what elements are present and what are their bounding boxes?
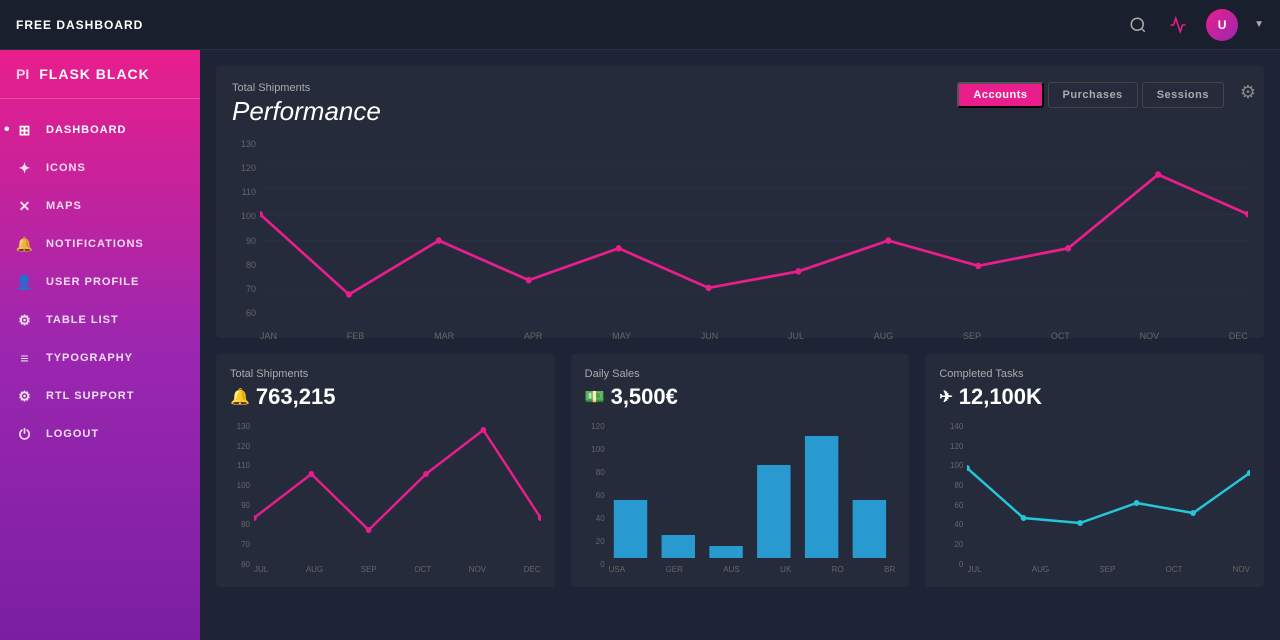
sidebar-item-typography[interactable]: ≡ TYPOGRAPHY: [0, 339, 200, 377]
tab-accounts[interactable]: Accounts: [957, 82, 1043, 108]
shipments-chart: JUL AUG SEP OCT NOV DEC: [254, 418, 541, 573]
nav-icon-user-profile: 👤: [16, 273, 34, 291]
money-icon: 💵: [585, 387, 605, 407]
shipments-line: [254, 418, 541, 558]
tasks-y-axis: 140 120 100 80 60 40 20 0: [939, 418, 967, 573]
nav-label-table-list: TABLE LIST: [46, 314, 119, 326]
nav-icon-table-list: ⚙: [16, 311, 34, 329]
sales-chart: USA GER AUS UK RO BR: [609, 418, 896, 573]
bottom-cards: Total Shipments 🔔 763,215 130 120 110 10…: [216, 354, 1264, 587]
sidebar-item-notifications[interactable]: 🔔 NOTIFICATIONS: [0, 225, 200, 263]
x-axis: JAN FEB MAR APR MAY JUN JUL AUG SEP OCT …: [260, 327, 1248, 341]
sales-card: Daily Sales 💵 3,500€ 120 100 80 60 40 20…: [571, 354, 910, 587]
sales-y-axis: 120 100 80 60 40 20 0: [585, 418, 609, 573]
nav-label-rtl-support: RTL SUPPORT: [46, 390, 134, 402]
user-avatar[interactable]: U: [1206, 9, 1238, 41]
bell-icon: 🔔: [230, 387, 250, 407]
layout: PI FLASK BLACK ⊞ DASHBOARD ✦ ICONS ✕ MAP…: [0, 50, 1280, 640]
topbar-title: FREE DASHBOARD: [16, 18, 1126, 32]
nav-label-maps: MAPS: [46, 200, 82, 212]
nav-icon-maps: ✕: [16, 197, 34, 215]
nav-icon-notifications: 🔔: [16, 235, 34, 253]
nav-icon-logout: ⏻: [16, 425, 34, 443]
nav-icon-dashboard: ⊞: [16, 121, 34, 139]
sales-x-axis: USA GER AUS UK RO BR: [609, 563, 896, 574]
tasks-chart: JUL AUG SEP OCT NOV: [967, 418, 1250, 573]
shipments-y-axis: 130 120 110 100 90 80 70 60: [230, 418, 254, 573]
shipments-chart-area: 130 120 110 100 90 80 70 60: [230, 418, 541, 573]
tasks-line: [967, 418, 1250, 558]
nav-label-user-profile: USER PROFILE: [46, 276, 139, 288]
tasks-value: ✈ 12,100K: [939, 384, 1250, 410]
sidebar-item-dashboard[interactable]: ⊞ DASHBOARD: [0, 111, 200, 149]
performance-card: Total Shipments Performance Accounts Pur…: [216, 66, 1264, 338]
tasks-chart-area: 140 120 100 80 60 40 20 0: [939, 418, 1250, 573]
sidebar-item-user-profile[interactable]: 👤 USER PROFILE: [0, 263, 200, 301]
main-content: Total Shipments Performance Accounts Pur…: [200, 50, 1280, 640]
shipments-value: 🔔 763,215: [230, 384, 541, 410]
perf-chart-area: JAN FEB MAR APR MAY JUN JUL AUG SEP OCT …: [260, 135, 1248, 322]
y-axis: 130 120 110 100 90 80 70 60: [232, 135, 260, 322]
tasks-subtitle: Completed Tasks: [939, 368, 1250, 380]
chart-tabs: Accounts Purchases Sessions: [957, 82, 1224, 108]
sidebar: PI FLASK BLACK ⊞ DASHBOARD ✦ ICONS ✕ MAP…: [0, 50, 200, 640]
shipments-card: Total Shipments 🔔 763,215 130 120 110 10…: [216, 354, 555, 587]
brand-name: FLASK BLACK: [39, 66, 150, 82]
sidebar-item-table-list[interactable]: ⚙ TABLE LIST: [0, 301, 200, 339]
settings-icon[interactable]: ⚙: [1240, 82, 1256, 103]
activity-icon[interactable]: [1166, 13, 1190, 37]
sidebar-item-rtl-support[interactable]: ⚙ RTL SUPPORT: [0, 377, 200, 415]
search-icon[interactable]: [1126, 13, 1150, 37]
tasks-x-axis: JUL AUG SEP OCT NOV: [967, 563, 1250, 574]
sidebar-nav: ⊞ DASHBOARD ✦ ICONS ✕ MAPS 🔔 NOTIFICATIO…: [0, 107, 200, 640]
nav-label-typography: TYPOGRAPHY: [46, 352, 133, 364]
sidebar-brand: PI FLASK BLACK: [0, 50, 200, 99]
sales-bars: [609, 418, 896, 558]
brand-pi: PI: [16, 66, 29, 82]
shipments-x-axis: JUL AUG SEP OCT NOV DEC: [254, 563, 541, 574]
avatar-chevron[interactable]: ▼: [1254, 19, 1264, 30]
sales-value: 💵 3,500€: [585, 384, 896, 410]
shipments-subtitle: Total Shipments: [230, 368, 541, 380]
nav-icon-rtl-support: ⚙: [16, 387, 34, 405]
nav-label-icons: ICONS: [46, 162, 86, 174]
tab-sessions[interactable]: Sessions: [1142, 82, 1224, 108]
sales-chart-area: 120 100 80 60 40 20 0: [585, 418, 896, 573]
topbar-icons: U ▼: [1126, 9, 1264, 41]
tab-purchases[interactable]: Purchases: [1048, 82, 1138, 108]
perf-line-chart: [260, 135, 1248, 322]
plane-icon: ✈: [939, 387, 952, 407]
sidebar-item-maps[interactable]: ✕ MAPS: [0, 187, 200, 225]
tasks-card: Completed Tasks ✈ 12,100K 140 120 100 80…: [925, 354, 1264, 587]
sidebar-item-icons[interactable]: ✦ ICONS: [0, 149, 200, 187]
nav-label-dashboard: DASHBOARD: [46, 124, 127, 136]
sidebar-item-logout[interactable]: ⏻ LOGOUT: [0, 415, 200, 453]
sales-subtitle: Daily Sales: [585, 368, 896, 380]
nav-label-notifications: NOTIFICATIONS: [46, 238, 144, 250]
nav-icon-typography: ≡: [16, 349, 34, 367]
nav-icon-icons: ✦: [16, 159, 34, 177]
nav-label-logout: LOGOUT: [46, 428, 99, 440]
topbar: FREE DASHBOARD U ▼: [0, 0, 1280, 50]
